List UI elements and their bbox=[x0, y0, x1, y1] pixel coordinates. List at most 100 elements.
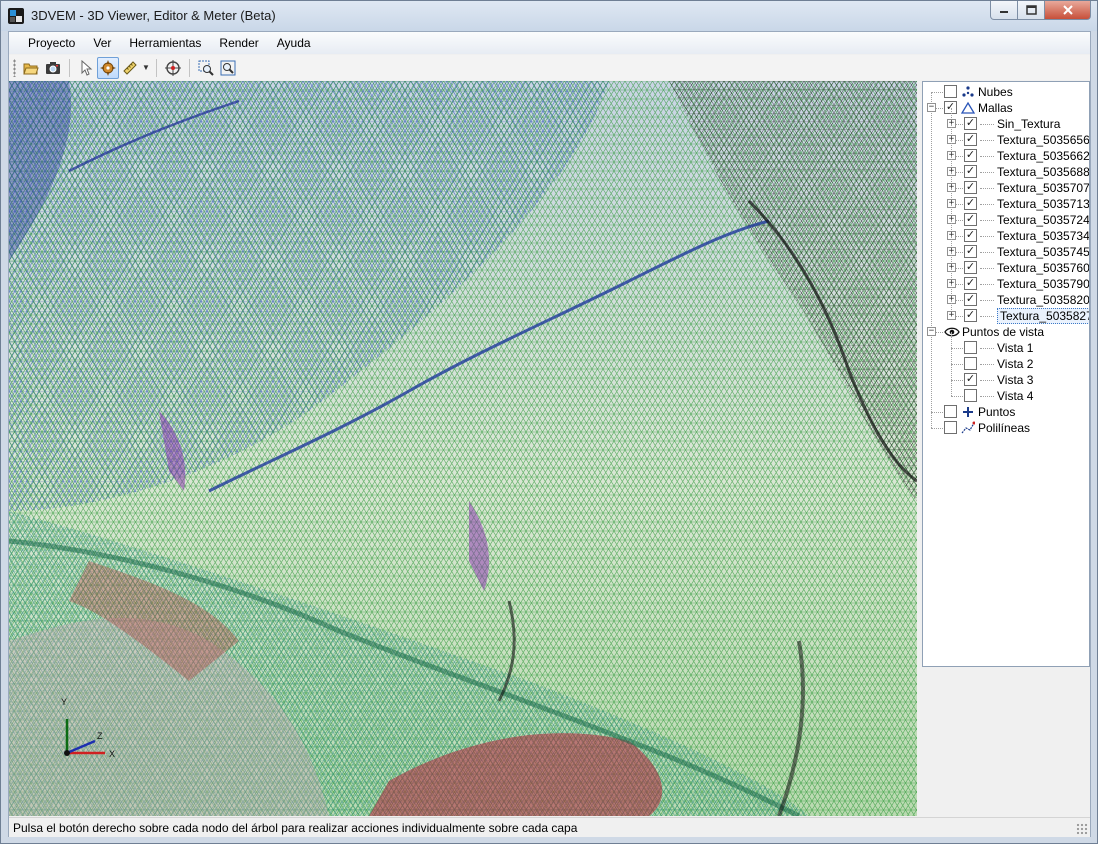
minimize-button[interactable] bbox=[990, 1, 1018, 20]
tree-guide-line bbox=[931, 92, 943, 93]
tree-leaf-node[interactable]: Vista 1 bbox=[923, 332, 1089, 356]
layer-tree[interactable]: Nubes − ✓ Mallas + ✓ Sin_Textura + ✓ Textura_5035… bbox=[922, 81, 1090, 667]
restore-button[interactable] bbox=[1018, 1, 1045, 20]
tree-node-label: Textura_5035820 bbox=[997, 293, 1090, 307]
layer-visibility-checkbox[interactable]: ✓ bbox=[964, 229, 977, 242]
layer-visibility-checkbox[interactable]: ✓ bbox=[964, 133, 977, 146]
layer-visibility-checkbox[interactable]: ✓ bbox=[964, 149, 977, 162]
tree-guide-line bbox=[951, 364, 963, 365]
close-button[interactable] bbox=[1045, 1, 1091, 20]
tree-guide-line bbox=[951, 364, 952, 380]
collapse-toggle[interactable]: − bbox=[927, 327, 936, 336]
close-icon bbox=[1062, 5, 1073, 15]
tree-guide-line bbox=[980, 188, 994, 189]
layer-visibility-checkbox[interactable]: ✓ bbox=[964, 181, 977, 194]
toolbar-grip[interactable] bbox=[13, 58, 16, 77]
tree-node-label: Textura_5035790 bbox=[997, 277, 1090, 291]
screenshot-button[interactable] bbox=[42, 57, 64, 79]
tree-group-node[interactable]: Puntos bbox=[923, 404, 1089, 420]
layer-visibility-checkbox[interactable] bbox=[964, 389, 977, 402]
triangle-mesh-icon bbox=[960, 100, 976, 116]
tree-leaf-node[interactable]: + ✓ Textura_5035688 bbox=[923, 156, 1089, 180]
measure-dropdown-button[interactable]: ▼ bbox=[141, 57, 151, 79]
select-tool-button[interactable] bbox=[75, 57, 97, 79]
menu-ver[interactable]: Ver bbox=[84, 33, 120, 53]
expand-toggle[interactable]: + bbox=[947, 311, 956, 320]
resize-grip[interactable] bbox=[1076, 823, 1088, 835]
menu-render[interactable]: Render bbox=[210, 33, 267, 53]
tree-node-label: Mallas bbox=[978, 101, 1013, 115]
layer-visibility-checkbox[interactable]: ✓ bbox=[964, 245, 977, 258]
layer-visibility-checkbox[interactable] bbox=[964, 341, 977, 354]
tree-node-label: Puntos de vista bbox=[962, 325, 1045, 339]
tree-group-node[interactable]: − ✓ Mallas bbox=[923, 100, 1089, 116]
tree-leaf-node[interactable]: ✓ Vista 3 bbox=[923, 364, 1089, 388]
layer-visibility-checkbox[interactable] bbox=[944, 421, 957, 434]
tree-guide-line bbox=[980, 252, 994, 253]
3d-viewport[interactable]: Y X Z bbox=[9, 81, 917, 816]
center-view-button[interactable] bbox=[162, 57, 184, 79]
layer-visibility-checkbox[interactable]: ✓ bbox=[964, 261, 977, 274]
tree-node-label: Vista 1 bbox=[997, 341, 1034, 355]
tree-leaf-node[interactable]: Vista 4 bbox=[923, 380, 1089, 404]
tree-leaf-node[interactable]: + ✓ Textura_5035662 bbox=[923, 140, 1090, 164]
tree-leaf-node[interactable]: + ✓ Textura_5035820 bbox=[923, 284, 1090, 308]
tree-leaf-node[interactable]: + ✓ Textura_5035745 bbox=[923, 236, 1089, 260]
layer-visibility-checkbox[interactable]: ✓ bbox=[964, 277, 977, 290]
tree-group-node[interactable]: Nubes bbox=[923, 84, 1089, 100]
toolbar-separator bbox=[69, 58, 70, 77]
tree-guide-line bbox=[980, 220, 994, 221]
layer-visibility-checkbox[interactable]: ✓ bbox=[964, 165, 977, 178]
layer-visibility-checkbox[interactable]: ✓ bbox=[964, 197, 977, 210]
tree-node-label: Textura_5035760 bbox=[997, 261, 1090, 275]
open-folder-icon bbox=[23, 63, 39, 74]
tree-guide-line bbox=[980, 396, 994, 397]
tree-node-label: Puntos bbox=[978, 405, 1016, 419]
navigate-compass-icon bbox=[100, 59, 116, 76]
layer-visibility-checkbox[interactable] bbox=[944, 85, 957, 98]
tree-leaf-node[interactable]: + ✓ Textura_5035707 bbox=[923, 172, 1089, 196]
tree-guide-line bbox=[951, 396, 963, 397]
select-arrow-icon bbox=[81, 59, 93, 76]
window-title: 3DVEM - 3D Viewer, Editor & Meter (Beta) bbox=[31, 8, 276, 23]
status-bar: Pulsa el botón derecho sobre cada nodo d… bbox=[9, 817, 1090, 837]
layer-visibility-checkbox[interactable]: ✓ bbox=[964, 309, 977, 322]
layer-visibility-checkbox[interactable] bbox=[944, 405, 957, 418]
tree-guide-line bbox=[980, 364, 994, 365]
navigate-tool-button[interactable] bbox=[97, 56, 119, 79]
collapse-toggle[interactable]: − bbox=[927, 103, 936, 112]
measure-tool-button[interactable] bbox=[119, 57, 141, 79]
menu-ayuda[interactable]: Ayuda bbox=[268, 33, 320, 53]
plus-point-icon bbox=[960, 404, 976, 420]
title-bar[interactable]: 3DVEM - 3D Viewer, Editor & Meter (Beta) bbox=[1, 1, 1097, 31]
tree-leaf-node[interactable]: + ✓ Textura_5035790 bbox=[923, 268, 1090, 292]
tree-leaf-node[interactable]: + ✓ Textura_5035713 bbox=[923, 188, 1089, 212]
mesh-render[interactable]: Y X Z bbox=[9, 81, 917, 816]
tree-group-node[interactable]: Polilíneas bbox=[923, 420, 1089, 436]
zoom-extents-button[interactable] bbox=[217, 57, 239, 79]
menu-proyecto[interactable]: Proyecto bbox=[19, 33, 84, 53]
layer-visibility-checkbox[interactable] bbox=[964, 357, 977, 370]
tree-leaf-node[interactable]: + ✓ Textura_5035724 bbox=[923, 204, 1089, 228]
layer-visibility-checkbox[interactable]: ✓ bbox=[964, 373, 977, 386]
tree-guide-line bbox=[951, 380, 952, 396]
tree-node-label: Textura_5035662 bbox=[997, 149, 1090, 163]
layer-visibility-checkbox[interactable]: ✓ bbox=[964, 213, 977, 226]
tree-leaf-node[interactable]: + ✓ Sin_Textura bbox=[923, 108, 1089, 132]
layer-visibility-checkbox[interactable]: ✓ bbox=[964, 117, 977, 130]
tree-leaf-node[interactable]: + ✓ Textura_5035827 bbox=[923, 300, 1089, 324]
tree-guide-line bbox=[980, 204, 994, 205]
layer-visibility-checkbox[interactable]: ✓ bbox=[964, 293, 977, 306]
tree-leaf-node[interactable]: + ✓ Textura_5035656 bbox=[923, 124, 1089, 148]
zoom-window-icon bbox=[198, 60, 214, 76]
tree-guide-line bbox=[951, 348, 952, 364]
tree-node-label: Sin_Textura bbox=[997, 117, 1061, 131]
tree-leaf-node[interactable]: Vista 2 bbox=[923, 348, 1089, 372]
open-project-button[interactable] bbox=[20, 57, 42, 79]
tree-group-node[interactable]: − Puntos de vista bbox=[923, 324, 1089, 340]
tree-leaf-node[interactable]: + ✓ Textura_5035760 bbox=[923, 252, 1090, 276]
zoom-window-button[interactable] bbox=[195, 57, 217, 79]
tree-node-label: Polilíneas bbox=[978, 421, 1031, 435]
tree-leaf-node[interactable]: + ✓ Textura_5035734 bbox=[923, 220, 1089, 244]
menu-herramientas[interactable]: Herramientas bbox=[120, 33, 210, 53]
